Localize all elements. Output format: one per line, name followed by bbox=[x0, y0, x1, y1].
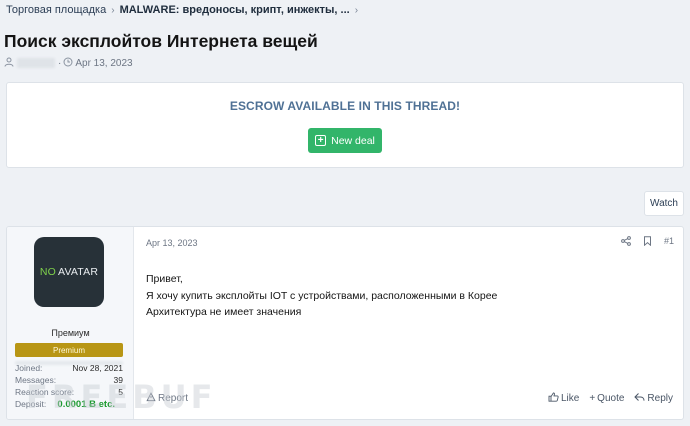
stat-value: Nov 28, 2021 bbox=[72, 363, 123, 373]
plus-icon: + bbox=[315, 135, 327, 146]
post-number[interactable]: #1 bbox=[664, 236, 674, 246]
reply-icon bbox=[634, 392, 645, 405]
user-icon bbox=[4, 57, 14, 70]
report-label: Report bbox=[158, 393, 189, 404]
stat-reaction-score: Reaction score: 5 bbox=[15, 386, 123, 398]
post-user-cell: NO AVATAR Премиум Premium Joined: Nov 28… bbox=[7, 227, 134, 419]
deposit-value: 0.0001 Ƀ etc. bbox=[57, 398, 115, 410]
post-date[interactable]: Apr 13, 2023 bbox=[146, 238, 198, 248]
breadcrumb: Торговая площадка › MALWARE: вредоносы, … bbox=[6, 3, 363, 17]
stat-label: Deposit: bbox=[15, 399, 47, 409]
new-deal-label: New deal bbox=[331, 134, 375, 147]
escrow-notice: ESCROW AVAILABLE IN THIS THREAD! + New d… bbox=[6, 82, 684, 168]
stat-label: Messages: bbox=[15, 375, 57, 385]
user-banner: Premium bbox=[15, 343, 123, 357]
breadcrumb-item-malware[interactable]: MALWARE: вредоносы, крипт, инжекты, ... bbox=[120, 4, 350, 16]
breadcrumb-item-marketplace[interactable]: Торговая площадка bbox=[6, 4, 106, 16]
reply-button[interactable]: Reply bbox=[634, 392, 673, 405]
bookmark-icon[interactable] bbox=[643, 236, 652, 246]
reply-label: Reply bbox=[647, 393, 673, 404]
report-link[interactable]: Report bbox=[146, 392, 188, 405]
meta-separator: · bbox=[58, 57, 62, 69]
user-title: Премиум bbox=[51, 328, 90, 338]
clock-icon bbox=[63, 57, 73, 70]
escrow-title: ESCROW AVAILABLE IN THIS THREAD! bbox=[229, 99, 461, 113]
thread-author-redacted bbox=[17, 58, 55, 68]
message-line: Привет, bbox=[146, 273, 183, 285]
post-actions-top: #1 bbox=[621, 236, 674, 246]
post-message: Привет, Я хочу купить эксплойты IOT с ус… bbox=[146, 271, 497, 321]
avatar-no-text: NO bbox=[39, 266, 57, 278]
stat-deposit: Deposit: 0.0001 Ƀ etc. bbox=[15, 398, 123, 410]
quote-label: Quote bbox=[597, 393, 625, 404]
user-stats: Joined: Nov 28, 2021 Messages: 39 Reacti… bbox=[15, 362, 123, 410]
watch-button[interactable]: Watch bbox=[644, 191, 684, 216]
stat-label: Reaction score: bbox=[15, 387, 75, 397]
stat-label: Joined: bbox=[15, 363, 43, 373]
flag-icon bbox=[146, 392, 156, 405]
message-line: Я хочу купить эксплойты IOT с устройства… bbox=[146, 289, 498, 302]
message-line: Архитектура не имеет значения bbox=[146, 306, 302, 318]
like-button[interactable]: Like bbox=[548, 392, 579, 405]
thumbs-up-icon bbox=[548, 392, 559, 405]
stat-messages: Messages: 39 bbox=[15, 374, 123, 386]
avatar[interactable]: NO AVATAR bbox=[34, 237, 104, 307]
stat-value: 5 bbox=[118, 387, 123, 397]
page-title: Поиск эксплойтов Интернета вещей bbox=[4, 31, 318, 51]
avatar-text: AVATAR bbox=[58, 266, 99, 278]
post-actions-bottom: Like + Quote Reply bbox=[548, 392, 673, 405]
stat-joined: Joined: Nov 28, 2021 bbox=[15, 362, 123, 374]
like-label: Like bbox=[560, 393, 580, 404]
stat-value[interactable]: 39 bbox=[114, 375, 123, 385]
thread-date[interactable]: Apr 13, 2023 bbox=[75, 58, 132, 69]
new-deal-button[interactable]: + New deal bbox=[308, 128, 382, 153]
plus-icon: + bbox=[589, 393, 596, 404]
chevron-right-icon: › bbox=[354, 4, 359, 16]
thread-meta: · Apr 13, 2023 bbox=[4, 56, 133, 70]
post: NO AVATAR Премиум Premium Joined: Nov 28… bbox=[6, 226, 684, 420]
chevron-right-icon: › bbox=[111, 4, 115, 16]
quote-button[interactable]: + Quote bbox=[589, 393, 624, 404]
share-icon[interactable] bbox=[621, 236, 631, 246]
